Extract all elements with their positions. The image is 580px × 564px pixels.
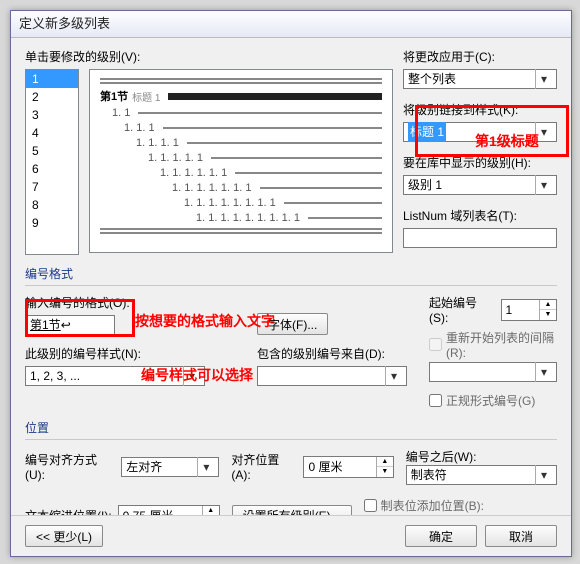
number-style-label: 此级别的编号样式(N): (25, 345, 245, 362)
format-section-title: 编号格式 (25, 265, 557, 282)
link-style-combo[interactable]: 标题 1 ▾ (403, 122, 557, 142)
chevron-down-icon: ▾ (197, 457, 214, 477)
font-button[interactable]: 字体(F)... (257, 313, 328, 335)
number-style-combo[interactable]: 1, 2, 3, ... ▾ (25, 366, 205, 386)
level-item[interactable]: 1 (26, 70, 78, 88)
format-input[interactable]: 第1节↩ (25, 315, 115, 335)
restart-checkbox[interactable] (429, 338, 442, 351)
level-item[interactable]: 5 (26, 142, 78, 160)
after-combo[interactable]: 制表符 ▾ (406, 465, 557, 485)
format-input-label: 输入编号的格式(O): (25, 294, 245, 311)
apply-to-combo[interactable]: 整个列表 ▾ (403, 69, 557, 89)
align-value: 左对齐 (126, 457, 162, 477)
chevron-down-icon: ▾ (183, 366, 200, 386)
less-button[interactable]: << 更少(L) (25, 525, 103, 547)
after-value: 制表符 (411, 465, 447, 485)
level-item[interactable]: 2 (26, 88, 78, 106)
chevron-down-icon: ▾ (535, 362, 552, 382)
legal-checkbox[interactable] (429, 394, 442, 407)
apply-to-value: 整个列表 (408, 69, 456, 89)
format-input-value: 第1节↩ (30, 315, 71, 335)
gallery-combo[interactable]: 级别 1 ▾ (403, 175, 557, 195)
number-style-value: 1, 2, 3, ... (30, 366, 80, 386)
after-label: 编号之后(W): (406, 448, 557, 465)
chevron-down-icon: ▾ (535, 122, 552, 142)
include-from-label: 包含的级别编号来自(D): (257, 345, 417, 362)
level-item[interactable]: 8 (26, 196, 78, 214)
link-style-label: 将级别链接到样式(K): (403, 101, 557, 118)
level-item[interactable]: 3 (26, 106, 78, 124)
dialog-title: 定义新多级列表 (19, 16, 110, 31)
spinner-icon[interactable]: ▲▼ (539, 300, 556, 320)
chevron-down-icon: ▾ (385, 366, 402, 386)
level-label: 单击要修改的级别(V): (25, 48, 393, 65)
apply-to-label: 将更改应用于(C): (403, 48, 557, 65)
start-at-label: 起始编号(S): (429, 294, 495, 325)
cancel-button[interactable]: 取消 (485, 525, 557, 547)
dialog-footer: << 更少(L) 确定 取消 (11, 515, 571, 556)
chevron-down-icon: ▾ (535, 465, 552, 485)
link-style-value: 标题 1 (408, 122, 446, 142)
align-label: 编号对齐方式(U): (25, 451, 115, 482)
listnum-input[interactable] (403, 228, 557, 248)
chevron-down-icon: ▾ (535, 175, 552, 195)
restart-label: 重新开始列表的间隔(R): (446, 329, 557, 360)
include-from-combo[interactable]: ▾ (257, 366, 407, 386)
tabstop-label: 制表位添加位置(B): (381, 497, 484, 514)
level-item[interactable]: 4 (26, 124, 78, 142)
spinner-icon[interactable]: ▲▼ (376, 457, 393, 477)
listnum-label: ListNum 域列表名(T): (403, 207, 557, 224)
level-item[interactable]: 7 (26, 178, 78, 196)
preview-pane: 第1节 标题 11. 11. 1. 11. 1. 1. 11. 1. 1. 1.… (89, 69, 393, 253)
define-multilevel-list-dialog: 定义新多级列表 单击要修改的级别(V): 123456789 第1节 标题 11… (10, 10, 572, 557)
level-item[interactable]: 9 (26, 214, 78, 232)
separator (25, 439, 557, 440)
gallery-value: 级别 1 (408, 175, 442, 195)
ok-button[interactable]: 确定 (405, 525, 477, 547)
align-at-label: 对齐位置(A): (231, 451, 297, 482)
align-combo[interactable]: 左对齐 ▾ (121, 457, 219, 477)
position-section-title: 位置 (25, 419, 557, 436)
dialog-titlebar[interactable]: 定义新多级列表 (11, 11, 571, 38)
gallery-label: 要在库中显示的级别(H): (403, 154, 557, 171)
level-item[interactable]: 6 (26, 160, 78, 178)
restart-combo[interactable]: ▾ (429, 362, 557, 382)
align-at-value: 0 厘米 (304, 457, 375, 477)
separator (25, 285, 557, 286)
start-at-value: 1 (502, 300, 539, 320)
start-at-input[interactable]: 1 ▲▼ (501, 299, 557, 321)
level-listbox[interactable]: 123456789 (25, 69, 79, 255)
align-at-input[interactable]: 0 厘米 ▲▼ (303, 456, 393, 478)
legal-label: 正规形式编号(G) (446, 392, 535, 409)
chevron-down-icon: ▾ (535, 69, 552, 89)
tabstop-checkbox[interactable] (364, 499, 377, 512)
